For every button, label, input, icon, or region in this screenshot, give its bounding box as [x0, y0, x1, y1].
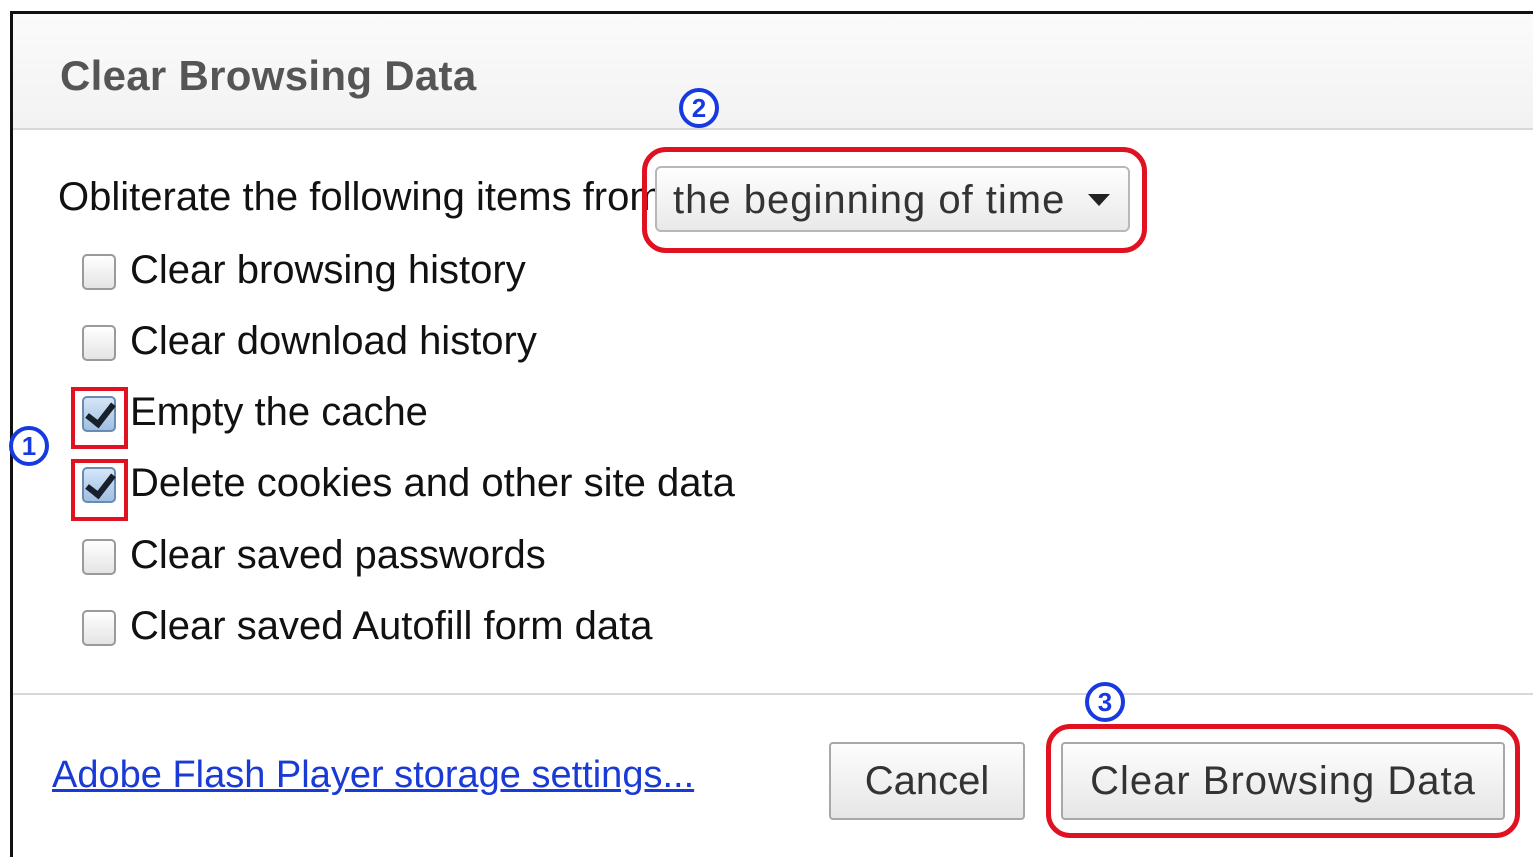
dialog-title: Clear Browsing Data [60, 52, 477, 99]
time-range-label: Obliterate the following items from: [58, 175, 674, 219]
checkbox[interactable] [82, 539, 116, 575]
step-marker-3: 3 [1085, 682, 1125, 722]
flash-storage-settings-link[interactable]: Adobe Flash Player storage settings... [52, 754, 694, 797]
option-label: Delete cookies and other site data [130, 461, 735, 505]
option-label: Clear browsing history [130, 248, 526, 292]
highlight-cache-checkbox [71, 387, 128, 449]
option-label: Clear saved passwords [130, 533, 546, 577]
footer-divider [13, 693, 1533, 695]
highlight-cookies-checkbox [71, 459, 128, 521]
option-label: Empty the cache [130, 390, 428, 434]
checkbox[interactable] [82, 610, 116, 646]
checkbox[interactable] [82, 325, 116, 361]
option-label: Clear saved Autofill form data [130, 604, 653, 648]
checkbox[interactable] [82, 254, 116, 290]
cancel-button[interactable]: Cancel [829, 742, 1025, 820]
dialog-header: Clear Browsing Data [13, 14, 1533, 130]
option-label: Clear download history [130, 319, 537, 363]
step-marker-2: 2 [679, 88, 719, 128]
highlight-clear-button [1046, 724, 1520, 838]
step-marker-1: 1 [9, 426, 49, 466]
highlight-time-range [642, 147, 1147, 253]
